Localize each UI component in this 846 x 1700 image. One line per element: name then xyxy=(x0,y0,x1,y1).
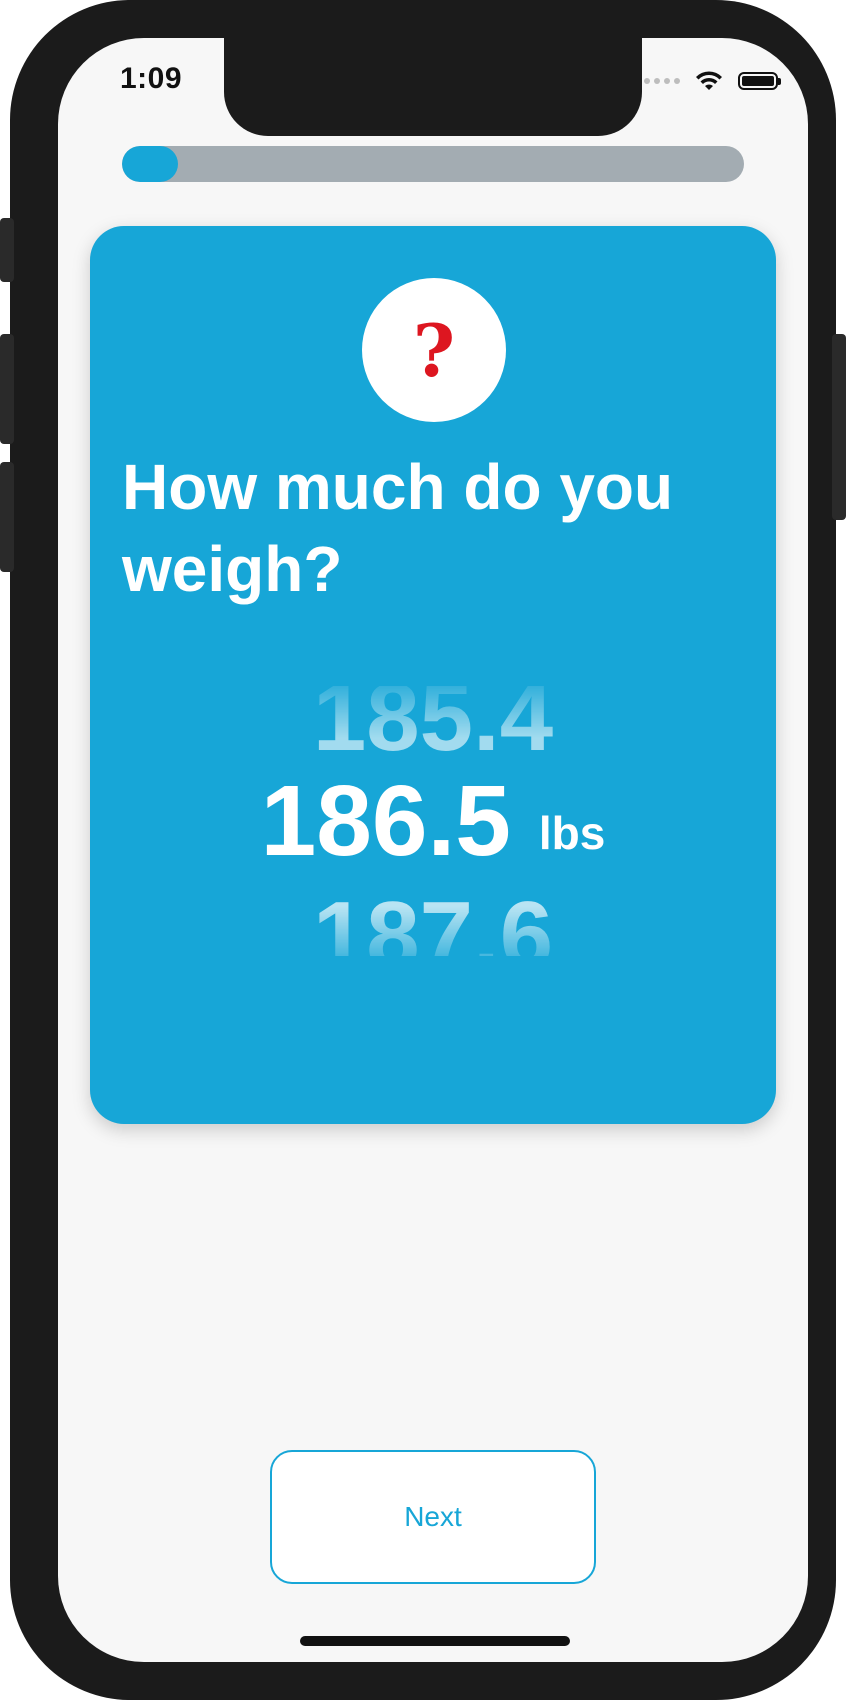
picker-option-previous[interactable]: 185.4 xyxy=(90,686,776,768)
progress-bar xyxy=(122,146,744,182)
question-title: How much do you weigh? xyxy=(122,451,674,605)
weight-unit-label: lbs xyxy=(538,807,606,859)
volume-down-button xyxy=(0,462,14,572)
question-card: ? How much do you weigh? 185.4 186.5 lbs … xyxy=(90,226,776,1124)
power-button xyxy=(832,334,846,520)
mute-switch xyxy=(0,218,14,282)
question-mark-glyph: ? xyxy=(412,307,456,393)
phone-frame: 1:09 ? How much do you weigh? 185.4 186.… xyxy=(0,0,846,1700)
battery-icon xyxy=(738,72,781,90)
picker-option-selected[interactable]: 186.5 lbs xyxy=(90,766,776,888)
status-icons xyxy=(644,70,781,92)
question-mark-icon: ? xyxy=(362,278,506,422)
next-button[interactable]: Next xyxy=(270,1450,596,1584)
wifi-icon xyxy=(696,71,722,90)
picker-option-next[interactable]: 187.6 xyxy=(90,886,776,957)
weight-picker[interactable]: 185.4 186.5 lbs 187.6 xyxy=(90,686,776,956)
volume-up-button xyxy=(0,334,14,444)
app-screen: 1:09 ? How much do you weigh? 185.4 186.… xyxy=(58,38,808,1662)
home-indicator[interactable] xyxy=(300,1636,570,1646)
progress-fill xyxy=(122,146,178,182)
notch xyxy=(224,38,642,136)
status-time: 1:09 xyxy=(120,62,183,95)
selected-weight-value: 186.5 xyxy=(260,765,511,877)
cellular-signal-icon xyxy=(644,78,680,84)
